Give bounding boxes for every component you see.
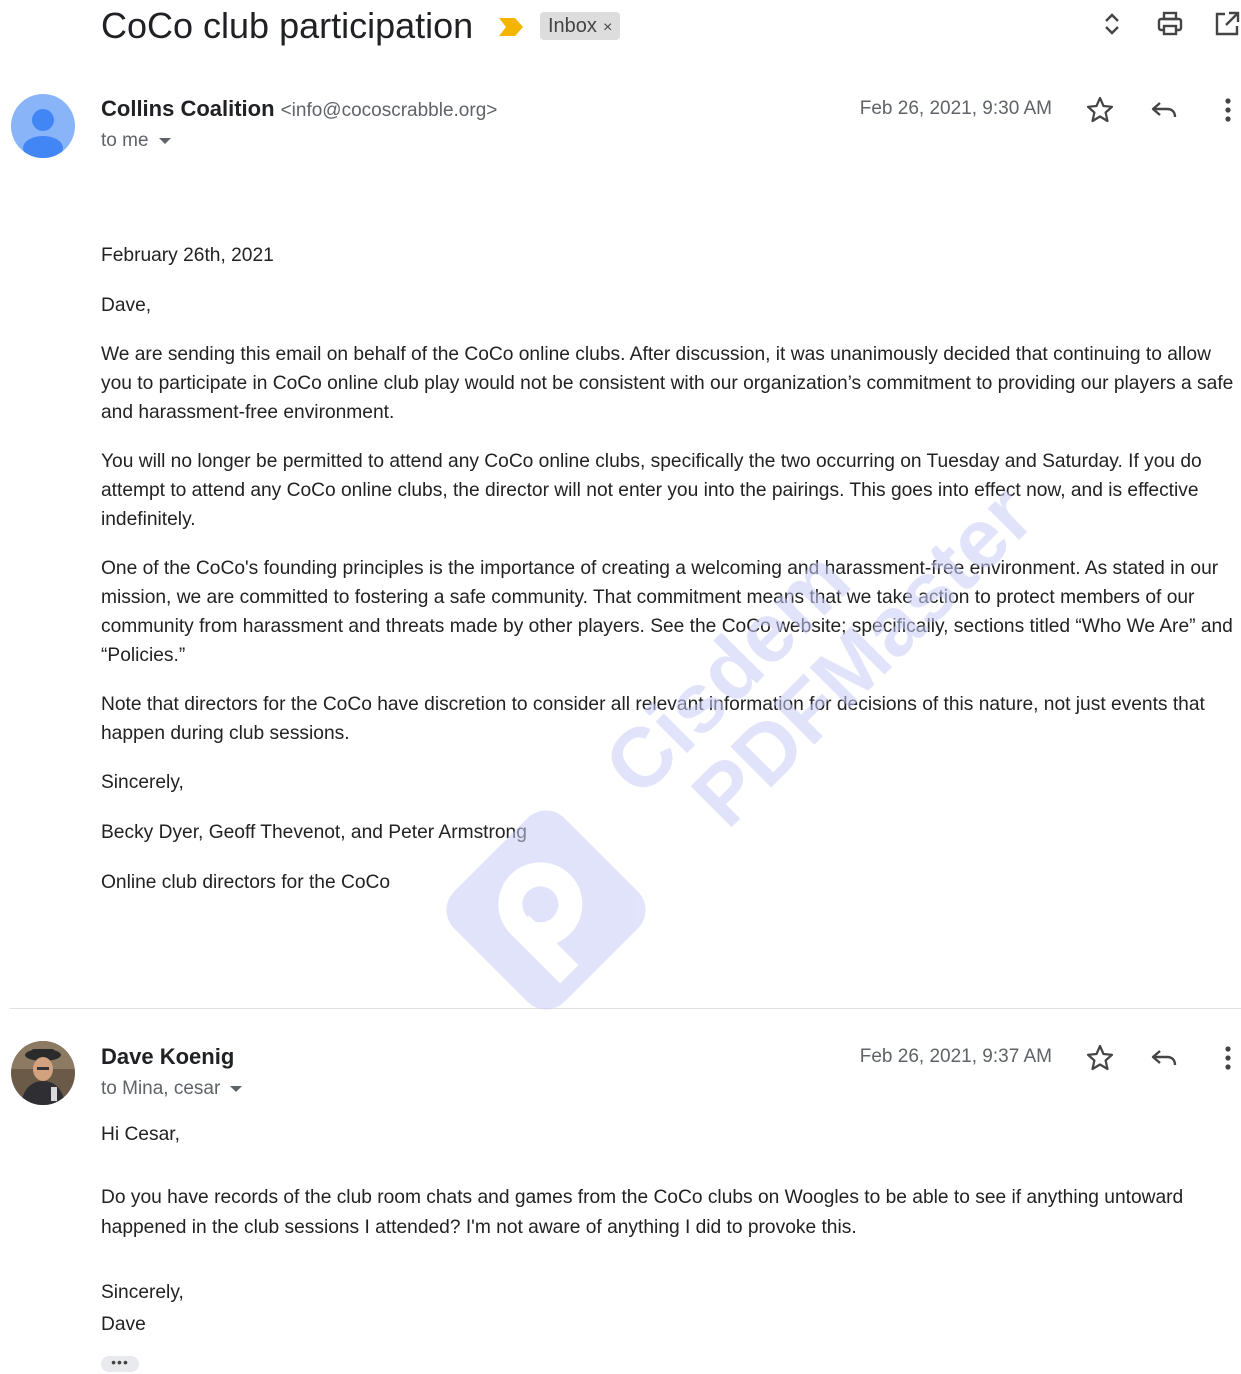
show-details-chevron-icon[interactable] bbox=[158, 137, 171, 144]
body-paragraph: You will no longer be permitted to atten… bbox=[101, 451, 1202, 530]
message-date: Feb 26, 2021, 9:37 AM bbox=[859, 1046, 1052, 1067]
show-details-chevron-icon[interactable] bbox=[230, 1085, 243, 1092]
body-paragraph: Sincerely, bbox=[101, 772, 184, 793]
importance-marker-icon[interactable] bbox=[498, 17, 524, 37]
body-paragraph: Becky Dyer, Geoff Thevenot, and Peter Ar… bbox=[101, 822, 527, 843]
open-in-new-icon[interactable] bbox=[1213, 10, 1241, 38]
show-trimmed-content-button[interactable]: ••• bbox=[101, 1355, 139, 1372]
body-paragraph: Online club directors for the CoCo bbox=[101, 872, 391, 893]
star-icon[interactable] bbox=[1085, 1043, 1115, 1073]
person-icon bbox=[11, 94, 75, 158]
inbox-label-chip: Inbox × bbox=[540, 12, 621, 40]
thread-header: CoCo club participation Inbox × bbox=[101, 4, 1241, 50]
sender-name-text: Collins Coalition bbox=[101, 96, 275, 121]
profile-photo-icon bbox=[11, 1041, 75, 1105]
remove-label-button[interactable]: × bbox=[603, 19, 612, 36]
message-body: February 26th, 2021 Dave, We are sending… bbox=[101, 241, 1241, 897]
recipients-line: to me bbox=[101, 130, 171, 152]
body-paragraph: Do you have records of the club room cha… bbox=[101, 1187, 1184, 1238]
body-paragraph: February 26th, 2021 bbox=[101, 245, 274, 266]
body-paragraph: Note that directors for the CoCo have di… bbox=[101, 694, 1205, 744]
sender-avatar-photo[interactable] bbox=[11, 1041, 75, 1105]
unfold-icon[interactable] bbox=[1098, 10, 1126, 38]
body-paragraph: Sincerely, bbox=[101, 1282, 184, 1303]
inbox-label-text: Inbox bbox=[548, 15, 597, 37]
star-icon[interactable] bbox=[1085, 95, 1115, 125]
message-body: Hi Cesar, Do you have records of the clu… bbox=[101, 1120, 1241, 1341]
thread-subject: CoCo club participation bbox=[101, 5, 474, 46]
sender-email: <info@cocoscrabble.org> bbox=[280, 100, 498, 121]
recipients-text: to Mina, cesar bbox=[101, 1078, 221, 1099]
body-paragraph: We are sending this email on behalf of t… bbox=[101, 344, 1234, 423]
sender-avatar[interactable] bbox=[11, 94, 75, 158]
message-date: Feb 26, 2021, 9:30 AM bbox=[859, 98, 1052, 119]
body-paragraph: Dave bbox=[101, 1314, 146, 1335]
body-paragraph: One of the CoCo's founding principles is… bbox=[101, 558, 1233, 666]
message-divider bbox=[10, 1008, 1241, 1009]
sender-name: Dave Koenig bbox=[101, 1044, 235, 1069]
reply-icon[interactable] bbox=[1149, 1043, 1179, 1073]
body-paragraph: Hi Cesar, bbox=[101, 1124, 180, 1145]
recipients-text: to me bbox=[101, 130, 149, 151]
recipients-line: to Mina, cesar bbox=[101, 1078, 243, 1100]
reply-icon[interactable] bbox=[1149, 95, 1179, 125]
body-paragraph: Dave, bbox=[101, 295, 152, 316]
more-vert-icon[interactable] bbox=[1213, 95, 1241, 125]
print-icon[interactable] bbox=[1156, 10, 1184, 38]
more-vert-icon[interactable] bbox=[1213, 1043, 1241, 1073]
sender-name: Collins Coalition <info@cocoscrabble.org> bbox=[101, 96, 497, 122]
